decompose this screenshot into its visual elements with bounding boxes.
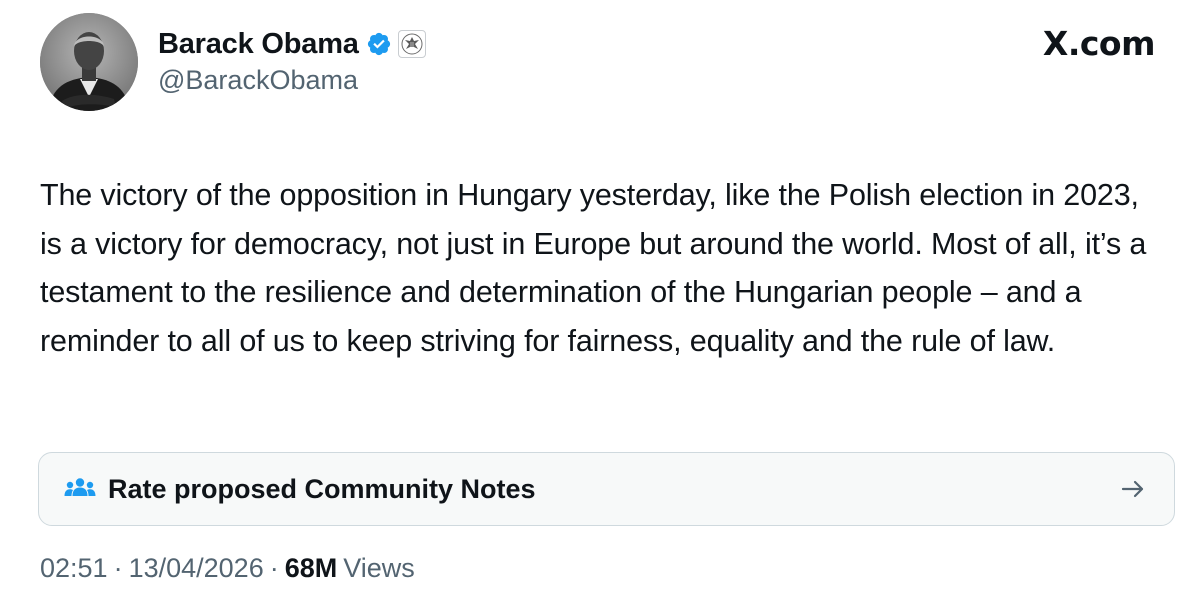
author-handle[interactable]: @BarackObama [158,65,358,96]
tweet-date[interactable]: 13/04/2026 [129,553,264,584]
views-label: Views [343,553,415,583]
views-count[interactable]: 68M [285,553,338,584]
community-notes-label: Rate proposed Community Notes [108,473,536,504]
tweet-meta: 02:51 · 13/04/2026 · 68M Views [40,553,415,584]
arrow-right-icon [1119,475,1147,503]
profile-photo [40,13,138,111]
meta-separator: · [113,553,123,583]
verified-badge-icon[interactable] [366,31,392,57]
author-display-name[interactable]: Barack Obama [158,28,359,61]
us-seal-icon [397,30,426,58]
avatar[interactable] [40,13,138,111]
meta-separator: · [269,553,279,583]
author-name-row: Barack Obama [158,24,426,64]
brand-label: X.com [1042,24,1156,63]
tweet-time[interactable]: 02:51 [40,553,108,584]
tweet-text: The victory of the opposition in Hungary… [40,178,1147,358]
rate-community-notes-button[interactable]: Rate proposed Community Notes [38,452,1175,526]
people-icon [64,476,96,502]
